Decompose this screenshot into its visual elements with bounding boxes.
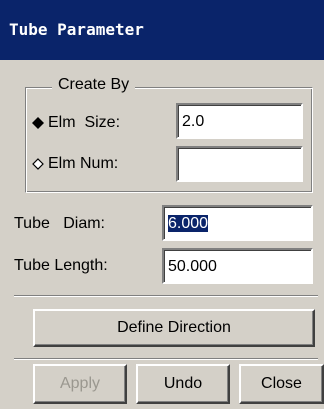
- apply-button[interactable]: Apply: [33, 364, 127, 404]
- tube-parameter-dialog: Tube Parameter Create By Elm Size: 2.0 E…: [0, 0, 324, 409]
- tube-diam-value: 6.000: [168, 215, 209, 232]
- create-by-legend: Create By: [52, 76, 136, 94]
- elm-num-input[interactable]: [176, 146, 303, 182]
- define-direction-button[interactable]: Define Direction: [33, 309, 315, 347]
- separator: [14, 358, 318, 360]
- separator: [14, 295, 318, 297]
- hollow-diamond-icon: [32, 158, 44, 170]
- tube-diam-label: Tube Diam:: [14, 215, 105, 232]
- tube-diam-input[interactable]: 6.000: [162, 205, 313, 241]
- elm-num-label: Elm Num:: [48, 155, 119, 172]
- window-title: Tube Parameter: [9, 20, 144, 39]
- elm-size-input[interactable]: 2.0: [176, 103, 303, 139]
- undo-button[interactable]: Undo: [136, 364, 230, 404]
- title-bar[interactable]: Tube Parameter: [0, 0, 324, 60]
- close-button[interactable]: Close: [239, 364, 324, 404]
- elm-size-label: Elm Size:: [48, 114, 121, 131]
- elm-num-radio[interactable]: Elm Num:: [32, 153, 118, 175]
- elm-size-radio[interactable]: Elm Size:: [32, 112, 120, 134]
- tube-length-input[interactable]: 50.000: [162, 248, 313, 284]
- tube-length-label: Tube Length:: [14, 257, 108, 274]
- filled-diamond-icon: [32, 117, 44, 129]
